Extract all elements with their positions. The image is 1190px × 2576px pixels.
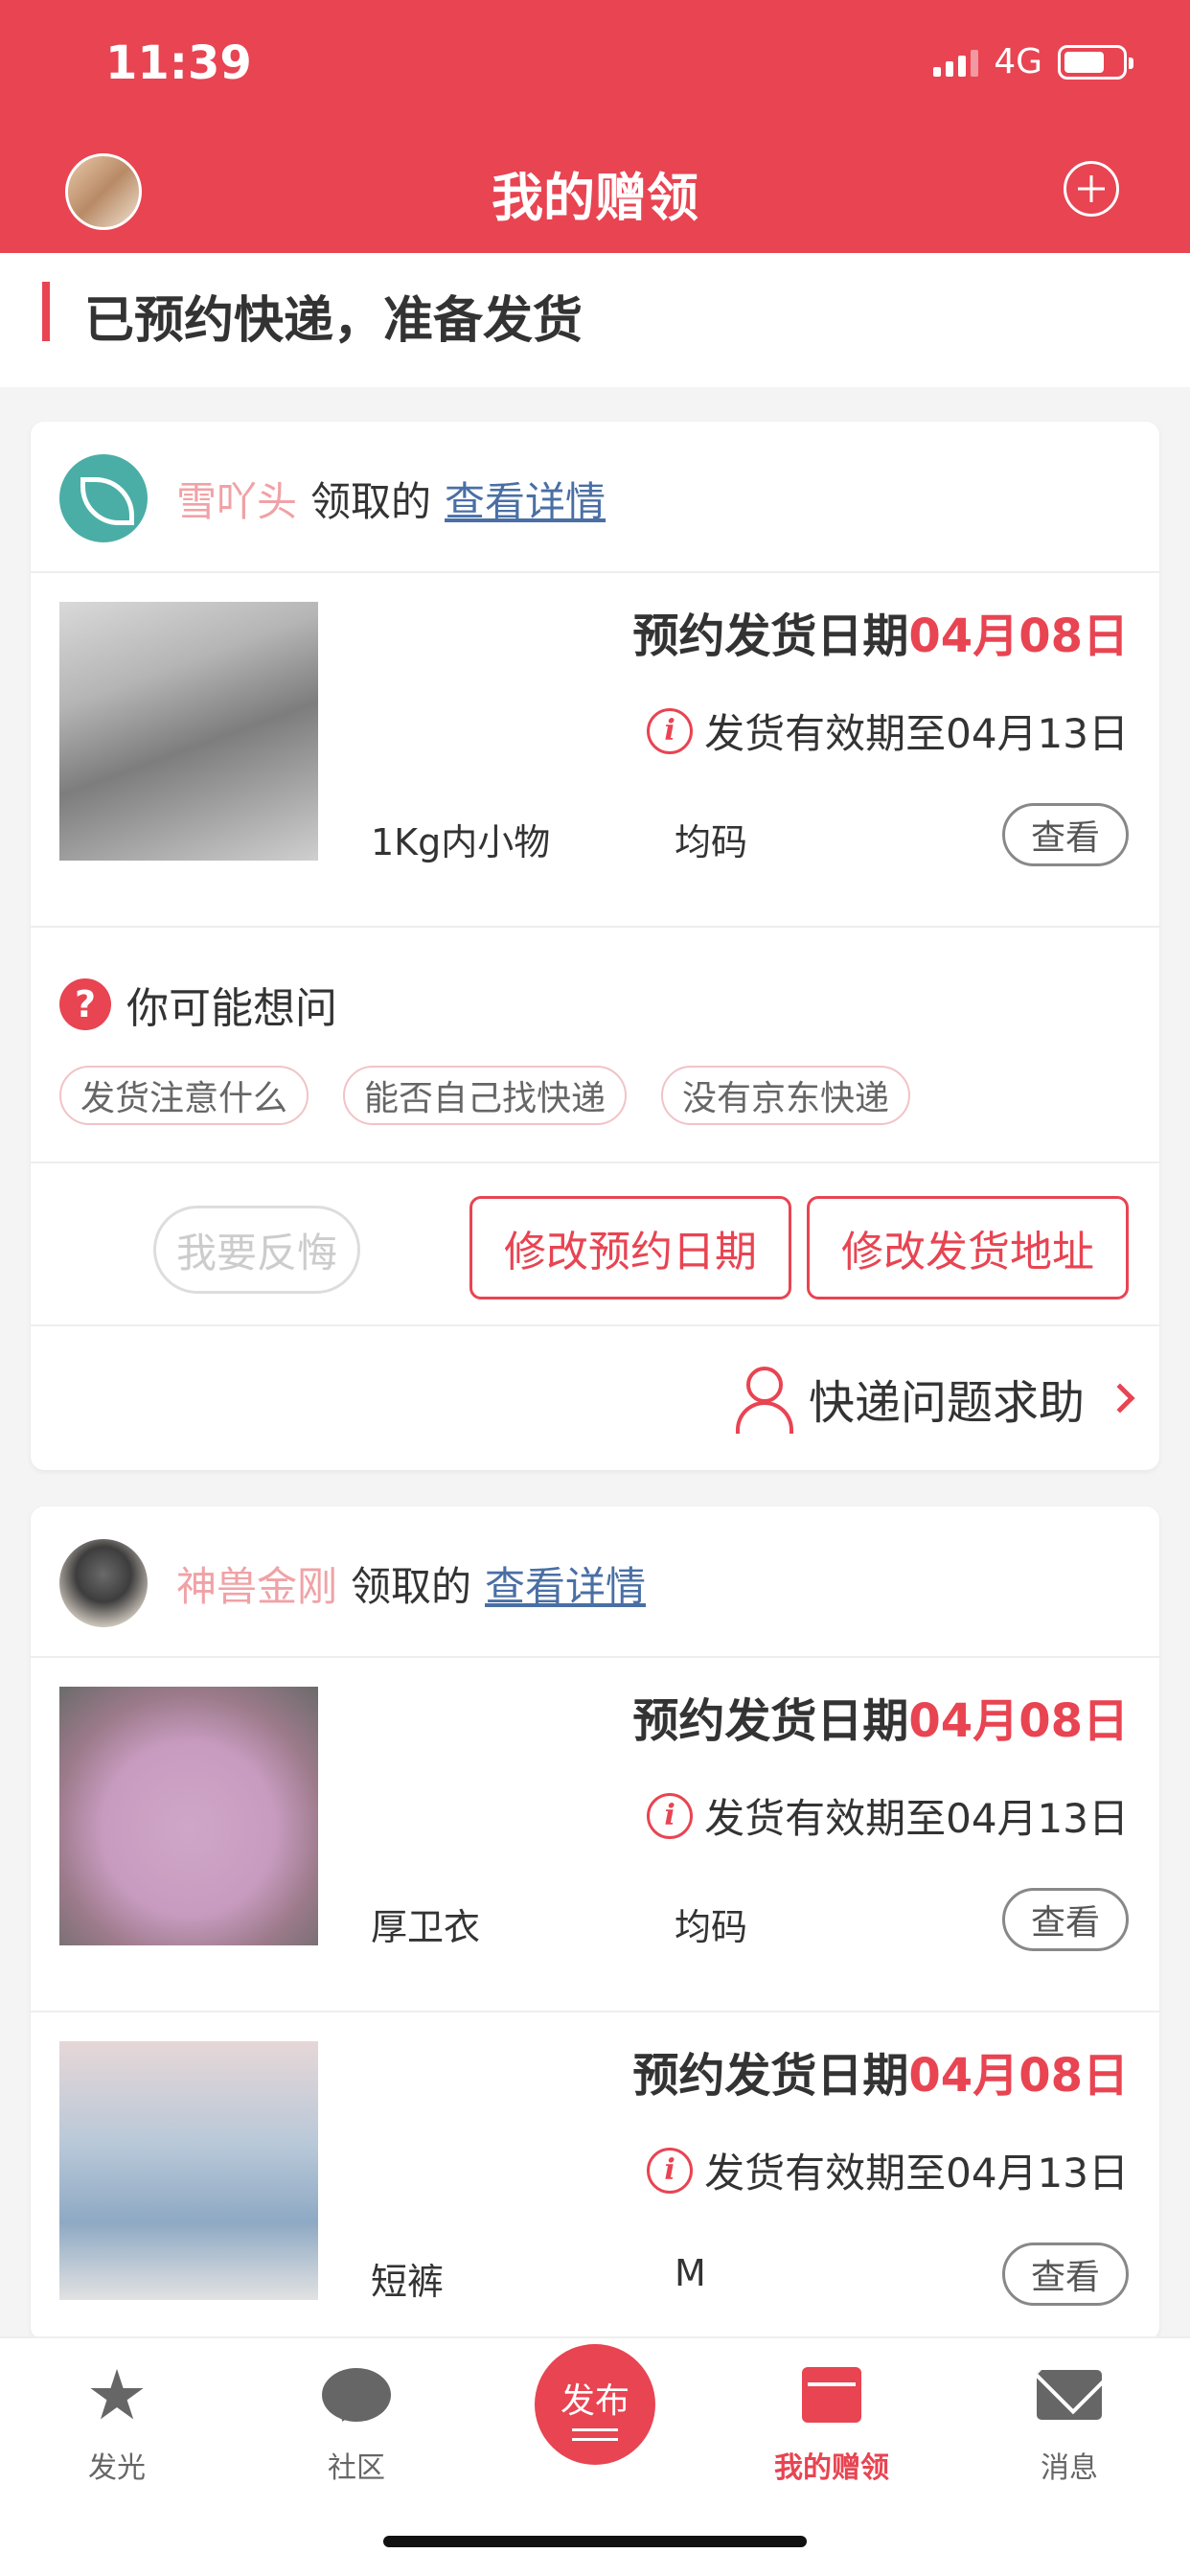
card-actions: 我要反悔 修改预约日期 修改发货地址 — [31, 1163, 1159, 1326]
tab-label: 消息 — [1041, 2451, 1098, 2485]
info-icon: i — [647, 707, 694, 754]
person-icon — [734, 1367, 793, 1434]
section-accent-bar — [42, 282, 50, 341]
courier-help-label: 快递问题求助 — [808, 1376, 1085, 1430]
home-indicator[interactable] — [383, 2536, 807, 2547]
faq-section: ? 你可能想问 发货注意什么 能否自己找快递 没有京东快递 — [31, 928, 1159, 1163]
section-title: 已预约快递，准备发货 — [84, 292, 584, 350]
star-icon: ★ — [85, 2355, 149, 2435]
view-button[interactable]: 查看 — [1002, 2242, 1129, 2306]
item-description: 1Kg内小物 — [371, 821, 551, 863]
question-icon: ? — [59, 978, 111, 1030]
status-indicators: 4G — [933, 42, 1133, 81]
faq-tag[interactable]: 没有京东快递 — [661, 1066, 911, 1125]
publish-button[interactable]: 发布 — [535, 2344, 655, 2465]
valid-until: i 发货有效期至04月13日 — [647, 702, 1129, 760]
menu-lines-icon — [572, 2428, 618, 2441]
tab-label: 发光 — [88, 2451, 146, 2485]
view-details-link[interactable]: 查看详情 — [445, 470, 606, 528]
user-avatar[interactable] — [59, 1539, 148, 1627]
chevron-right-icon — [1105, 1383, 1135, 1414]
user-name[interactable]: 雪吖头 — [176, 470, 297, 528]
tab-messages[interactable]: 消息 — [983, 2359, 1156, 2486]
item-photo[interactable] — [59, 1687, 318, 1945]
item-row: 预约发货日期04月08日 i 发货有效期至04月13日 1Kg内小物 均码 查看 — [31, 573, 1159, 928]
top-bar: 11:39 4G 我的赠领 — [0, 0, 1190, 253]
user-avatar[interactable] — [59, 454, 148, 542]
card-user-row: 神兽金刚 领取的 查看详情 — [31, 1506, 1159, 1658]
item-size: 均码 — [675, 1906, 748, 1948]
tab-community[interactable]: 社区 — [270, 2359, 443, 2486]
ship-date: 预约发货日期04月08日 — [632, 2049, 1129, 2103]
status-time: 11:39 — [105, 36, 252, 90]
change-date-button[interactable]: 修改预约日期 — [469, 1196, 791, 1300]
signal-icon — [933, 48, 979, 77]
item-row: 预约发货日期04月08日 i 发货有效期至04月13日 厚卫衣 均码 查看 — [31, 1658, 1159, 2012]
item-size: 均码 — [675, 821, 748, 863]
faq-tag[interactable]: 能否自己找快递 — [343, 1066, 628, 1125]
claim-verb: 领取的 — [310, 478, 432, 525]
gift-icon — [802, 2367, 861, 2423]
valid-until: i 发货有效期至04月13日 — [647, 1786, 1129, 1845]
claim-card: 雪吖头 领取的 查看详情 预约发货日期04月08日 i 发货有效期至04月13日… — [31, 422, 1159, 1470]
item-row: 预约发货日期04月08日 i 发货有效期至04月13日 短裤 M 查看 — [31, 2012, 1159, 2340]
mail-icon — [1037, 2370, 1102, 2420]
valid-until: i 发货有效期至04月13日 — [647, 2141, 1129, 2199]
add-icon[interactable] — [1064, 161, 1119, 217]
tab-my-gifts[interactable]: 我的赠领 — [745, 2359, 918, 2486]
regret-button[interactable]: 我要反悔 — [153, 1206, 360, 1294]
view-details-link[interactable]: 查看详情 — [485, 1554, 646, 1613]
item-description: 厚卫衣 — [371, 1906, 481, 1948]
tab-label: 社区 — [328, 2451, 385, 2485]
section-header: 已预约快递，准备发货 — [0, 253, 1190, 387]
change-address-button[interactable]: 修改发货地址 — [807, 1196, 1129, 1300]
ship-date: 预约发货日期04月08日 — [632, 610, 1129, 663]
item-photo[interactable] — [59, 2041, 318, 2300]
card-user-row: 雪吖头 领取的 查看详情 — [31, 422, 1159, 573]
view-button[interactable]: 查看 — [1002, 1888, 1129, 1951]
info-icon: i — [647, 1792, 694, 1839]
item-photo[interactable] — [59, 602, 318, 861]
page-title: 我的赠领 — [492, 168, 698, 228]
view-button[interactable]: 查看 — [1002, 803, 1129, 866]
user-name[interactable]: 神兽金刚 — [176, 1554, 337, 1613]
faq-title: 你可能想问 — [126, 984, 337, 1033]
ship-date: 预约发货日期04月08日 — [632, 1694, 1129, 1748]
publish-label: 发布 — [560, 2381, 629, 2421]
item-description: 短裤 — [371, 2261, 445, 2303]
chat-icon — [322, 2368, 391, 2422]
info-icon: i — [647, 2147, 694, 2194]
claim-card: 神兽金刚 领取的 查看详情 预约发货日期04月08日 i 发货有效期至04月13… — [31, 1506, 1159, 2340]
item-size: M — [675, 2252, 706, 2294]
tab-faguang[interactable]: ★ 发光 — [31, 2355, 203, 2486]
tab-label: 我的赠领 — [774, 2451, 889, 2485]
network-label: 4G — [994, 42, 1042, 81]
courier-help-row[interactable]: 快递问题求助 — [31, 1326, 1159, 1470]
claim-verb: 领取的 — [351, 1563, 472, 1610]
battery-icon — [1058, 44, 1133, 80]
faq-tag[interactable]: 发货注意什么 — [59, 1066, 309, 1125]
